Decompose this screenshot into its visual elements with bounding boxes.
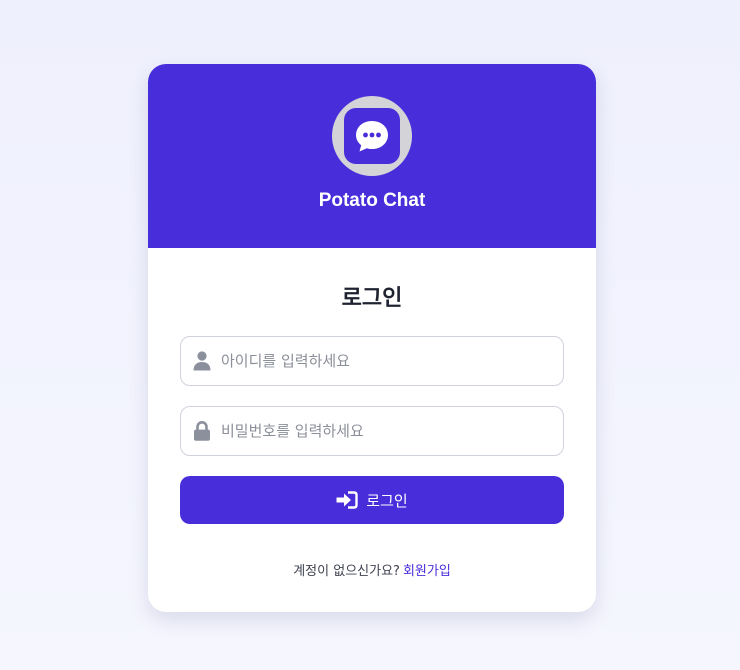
password-input[interactable]: [221, 407, 551, 455]
lock-icon: [194, 421, 210, 441]
signup-link[interactable]: 회원가입: [403, 564, 451, 579]
app-logo: [332, 96, 412, 176]
chat-bubble-icon: [356, 121, 388, 152]
username-input[interactable]: [221, 337, 551, 385]
username-field[interactable]: [180, 336, 564, 386]
signup-prompt-text: 계정이 없으신가요?: [293, 564, 400, 579]
login-button-label: 로그인: [366, 491, 408, 510]
password-field[interactable]: [180, 406, 564, 456]
form-title: 로그인: [341, 286, 403, 311]
card-header: Potato Chat: [148, 64, 596, 248]
logo-background: [344, 108, 400, 164]
sign-in-icon: [336, 491, 358, 509]
signup-prompt: 계정이 없으신가요? 회원가입: [148, 560, 596, 579]
app-name: Potato Chat: [318, 190, 426, 211]
user-icon: [193, 351, 211, 371]
login-button[interactable]: 로그인: [180, 476, 564, 524]
login-card: Potato Chat 로그인 로그인 계정이 없으신가요?회원가입: [148, 64, 596, 612]
